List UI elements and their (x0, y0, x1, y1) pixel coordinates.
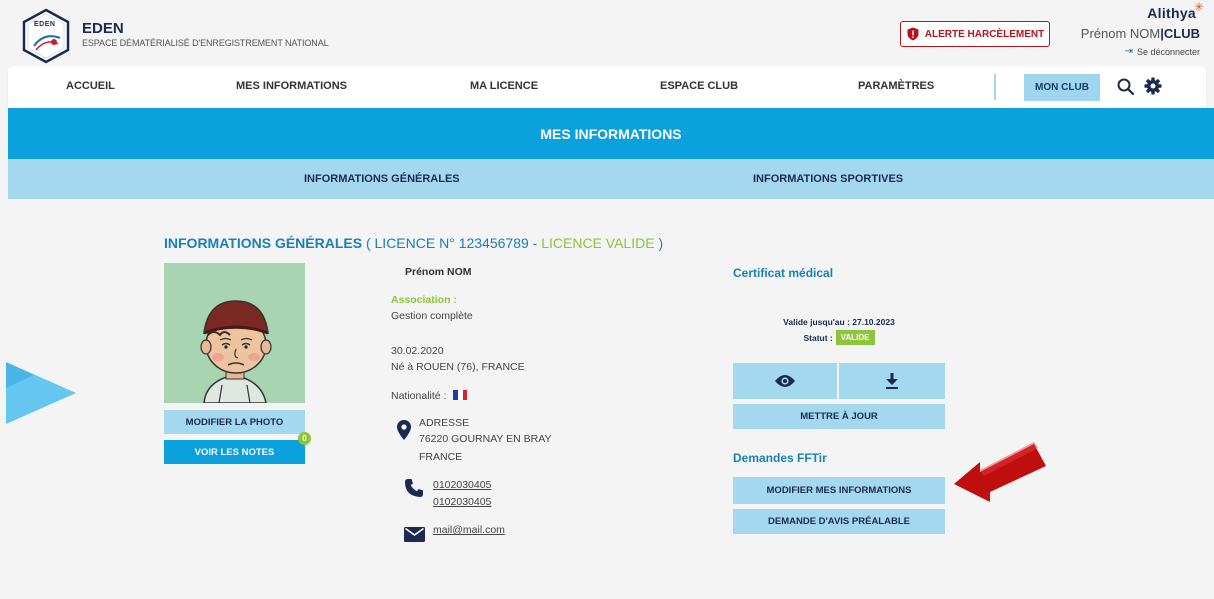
view-notes-button[interactable]: VOIR LES NOTES (164, 440, 305, 464)
association-label: Association : (391, 294, 457, 306)
nationality-label: Nationalité : (391, 390, 447, 402)
address-line-3: FRANCE (419, 451, 463, 463)
brand-subtitle: ESPACE DÉMATÉRIALISÉ D'ENREGISTREMENT NA… (82, 38, 329, 48)
profile-photo (164, 263, 305, 403)
certificate-valid-until: Valide jusqu'au : 27.10.2023 (783, 317, 895, 327)
birth-date: 30.02.2020 (391, 345, 444, 357)
nav-item-parametres[interactable]: PARAMÈTRES (858, 80, 934, 92)
tab-informations-sportives[interactable]: INFORMATIONS SPORTIVES (753, 173, 903, 185)
section-title: INFORMATIONS GÉNÉRALES ( LICENCE N° 1234… (164, 235, 663, 251)
main-nav: ACCUEIL MES INFORMATIONS MA LICENCE ESPA… (8, 66, 1206, 108)
asterisk-icon: ✳ (1193, 0, 1204, 14)
modify-my-info-button[interactable]: MODIFIER MES INFORMATIONS (733, 477, 945, 504)
harassment-alert-button[interactable]: ALERTE HARCÈLEMENT (900, 21, 1050, 47)
certificate-status: Statut : VALIDE (733, 330, 945, 345)
certificate-title: Certificat médical (733, 266, 834, 280)
tab-informations-generales[interactable]: INFORMATIONS GÉNÉRALES (304, 173, 460, 185)
mail-icon (404, 527, 425, 542)
top-header: EDEN EDEN ESPACE DÉMATÉRIALISÉ D'ENREGIS… (8, 0, 1206, 68)
user-identity: Prénom NOM|CLUB (1081, 26, 1200, 41)
my-club-button[interactable]: MON CLUB (1024, 74, 1100, 101)
logout-link[interactable]: ⇥ Se déconnecter (1125, 46, 1200, 57)
phone-link-2[interactable]: 0102030405 (433, 496, 491, 508)
nationality: Nationalité : (391, 390, 468, 402)
brand-name: EDEN (82, 20, 124, 37)
alert-label: ALERTE HARCÈLEMENT (924, 28, 1045, 40)
person-name: Prénom NOM (405, 266, 472, 278)
modify-photo-button[interactable]: MODIFIER LA PHOTO (164, 410, 305, 434)
association-value: Gestion complète (391, 310, 473, 322)
decorative-triangle (6, 362, 76, 424)
download-icon (886, 373, 898, 389)
nav-item-accueil[interactable]: ACCUEIL (66, 80, 115, 92)
download-certificate-button[interactable] (839, 363, 945, 399)
view-certificate-button[interactable] (733, 363, 837, 399)
page-banner: MES INFORMATIONS (8, 108, 1214, 159)
sub-nav: INFORMATIONS GÉNÉRALES INFORMATIONS SPOR… (8, 159, 1214, 199)
phone-icon (405, 479, 423, 497)
banner-title: MES INFORMATIONS (540, 125, 682, 142)
status-badge: VALIDE (835, 330, 875, 345)
eye-icon (775, 375, 795, 387)
license-status: LICENCE VALIDE (541, 235, 655, 251)
section-title-main: INFORMATIONS GÉNÉRALES (164, 235, 363, 251)
nav-divider (994, 74, 996, 100)
location-pin-icon (397, 420, 411, 440)
update-certificate-button[interactable]: METTRE À JOUR (733, 404, 945, 429)
address-line-2: 76220 GOURNAY EN BRAY (419, 433, 552, 445)
license-number: ( LICENCE N° 123456789 - (362, 235, 542, 251)
user-name: Prénom NOM (1080, 26, 1161, 41)
gear-icon[interactable] (1143, 76, 1163, 96)
user-role: CLUB (1163, 26, 1200, 41)
address-line-1: ADRESSE (419, 417, 470, 429)
logout-label: Se déconnecter (1136, 46, 1200, 57)
fftir-requests-title: Demandes FFTir (733, 451, 827, 465)
notes-count-badge: 0 (298, 432, 311, 445)
phone-link-1[interactable]: 0102030405 (433, 479, 491, 491)
shield-alert-icon (907, 27, 919, 41)
nav-item-ma-licence[interactable]: MA LICENCE (470, 80, 538, 92)
birth-place: Né à ROUEN (76), FRANCE (391, 361, 525, 373)
title-close: ) (654, 235, 664, 251)
eden-logo[interactable]: EDEN (20, 8, 72, 64)
french-flag-icon (453, 390, 468, 400)
status-label: Statut : (803, 332, 833, 343)
nav-item-mes-informations[interactable]: MES INFORMATIONS (236, 80, 347, 92)
logout-icon: ⇥ (1124, 46, 1133, 57)
nav-item-espace-club[interactable]: ESPACE CLUB (660, 80, 738, 92)
prior-notice-request-button[interactable]: DEMANDE D'AVIS PRÉALABLE (733, 509, 945, 534)
email-link[interactable]: mail@mail.com (433, 524, 505, 536)
company-logo: Alithya (1147, 5, 1196, 21)
red-pointer-arrow (954, 442, 1046, 502)
logo-text: EDEN (34, 21, 56, 28)
search-icon[interactable] (1116, 77, 1136, 97)
